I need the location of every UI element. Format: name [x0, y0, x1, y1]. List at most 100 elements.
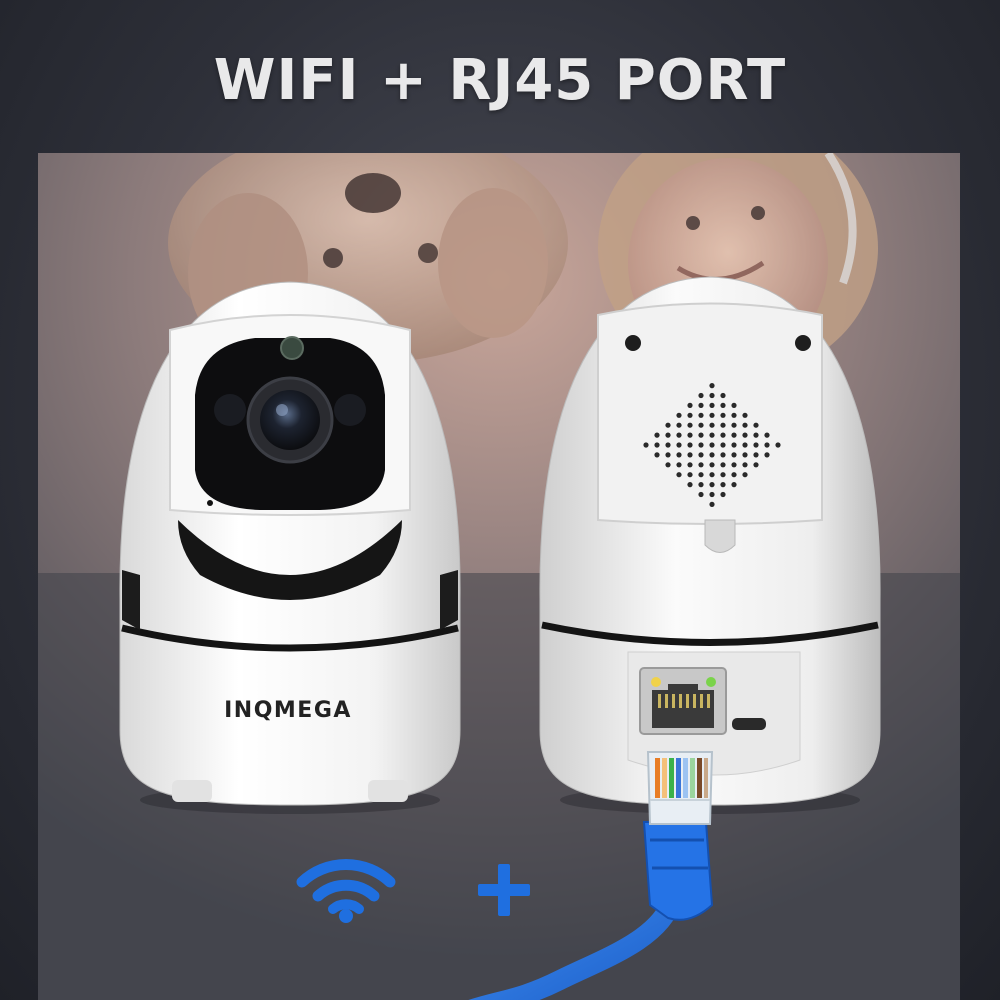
speaker-hole [643, 442, 649, 448]
speaker-hole [731, 442, 737, 448]
speaker-hole [676, 422, 682, 428]
speaker-hole [687, 462, 693, 468]
speaker-hole [731, 432, 737, 438]
speaker-hole [720, 452, 726, 458]
speaker-hole [709, 452, 715, 458]
speaker-hole [720, 462, 726, 468]
speaker-hole [676, 462, 682, 468]
speaker-hole [698, 442, 704, 448]
speaker-hole [742, 422, 748, 428]
speaker-hole [753, 442, 759, 448]
back-camera [539, 276, 881, 814]
speaker-hole [654, 432, 660, 438]
speaker-hole [698, 482, 704, 488]
speaker-hole [665, 432, 671, 438]
speaker-hole [753, 452, 759, 458]
speaker-hole [687, 412, 693, 418]
speaker-hole [731, 472, 737, 478]
speaker-hole [764, 452, 770, 458]
front-camera [119, 281, 461, 814]
speaker-hole [731, 412, 737, 418]
speaker-hole [698, 422, 704, 428]
speaker-hole [775, 442, 781, 448]
speaker-hole [676, 472, 682, 478]
speaker-hole [709, 482, 715, 488]
port-led-green-icon [706, 677, 716, 687]
speaker-hole [709, 432, 715, 438]
speaker-hole [720, 392, 726, 399]
speaker-hole [731, 422, 737, 428]
speaker-hole [687, 452, 693, 458]
speaker-hole [709, 402, 715, 408]
speaker-hole [764, 442, 770, 448]
speaker-hole [731, 402, 737, 408]
speaker-hole [764, 432, 770, 438]
speaker-hole [698, 432, 704, 438]
speaker-hole [665, 422, 671, 428]
brand-logo-text: INQMEGA [224, 698, 352, 723]
speaker-hole [753, 462, 759, 468]
speaker-hole [742, 432, 748, 438]
speaker-hole [731, 452, 737, 458]
speaker-hole [720, 472, 726, 478]
wifi-icon [296, 859, 396, 923]
speaker-hole [709, 462, 715, 468]
speaker-hole [709, 412, 715, 418]
speaker-hole [698, 412, 704, 418]
light-sensor-icon [280, 336, 304, 360]
rj45-port-icon [639, 667, 727, 735]
plus-icon [478, 864, 530, 916]
speaker-hole [720, 482, 726, 488]
speaker-hole [720, 432, 726, 438]
screw-hole-icon [795, 335, 811, 351]
micro-usb-port-icon [732, 718, 766, 730]
speaker-hole [742, 462, 748, 468]
speaker-hole [709, 501, 715, 507]
speaker-hole [698, 491, 704, 498]
speaker-hole [709, 491, 715, 498]
speaker-hole [665, 442, 671, 448]
speaker-hole [720, 491, 726, 498]
speaker-hole [720, 412, 726, 418]
speaker-hole [709, 442, 715, 448]
speaker-hole [698, 472, 704, 478]
speaker-hole [676, 452, 682, 458]
speaker-hole [709, 472, 715, 478]
speaker-hole [731, 462, 737, 468]
speaker-hole [753, 432, 759, 438]
speaker-hole [687, 472, 693, 478]
speaker-hole [698, 452, 704, 458]
speaker-hole [709, 392, 715, 399]
speaker-hole [687, 402, 693, 408]
speaker-hole [676, 412, 682, 418]
speaker-hole [654, 442, 660, 448]
port-led-yellow-icon [651, 677, 661, 687]
camera-lens-icon [246, 376, 334, 464]
speaker-hole [698, 392, 704, 399]
speaker-hole [720, 402, 726, 408]
speaker-hole [687, 432, 693, 438]
speaker-hole [709, 383, 715, 389]
speaker-hole [742, 472, 748, 478]
speaker-hole [742, 442, 748, 448]
speaker-hole [687, 442, 693, 448]
speaker-hole [676, 442, 682, 448]
speaker-hole [687, 422, 693, 428]
speaker-hole [665, 462, 671, 468]
speaker-hole [753, 422, 759, 428]
camera-scene [119, 276, 881, 1000]
microphone-hole-icon [207, 500, 213, 506]
speaker-hole [720, 442, 726, 448]
speaker-hole [742, 452, 748, 458]
speaker-hole [709, 422, 715, 428]
speaker-hole [687, 482, 693, 488]
speaker-hole [731, 482, 737, 488]
speaker-hole [698, 402, 704, 408]
screw-hole-icon [625, 335, 641, 351]
speaker-hole [665, 452, 671, 458]
speaker-hole [698, 462, 704, 468]
speaker-hole [654, 452, 660, 458]
speaker-hole [720, 422, 726, 428]
speaker-hole [742, 412, 748, 418]
speaker-hole [676, 432, 682, 438]
